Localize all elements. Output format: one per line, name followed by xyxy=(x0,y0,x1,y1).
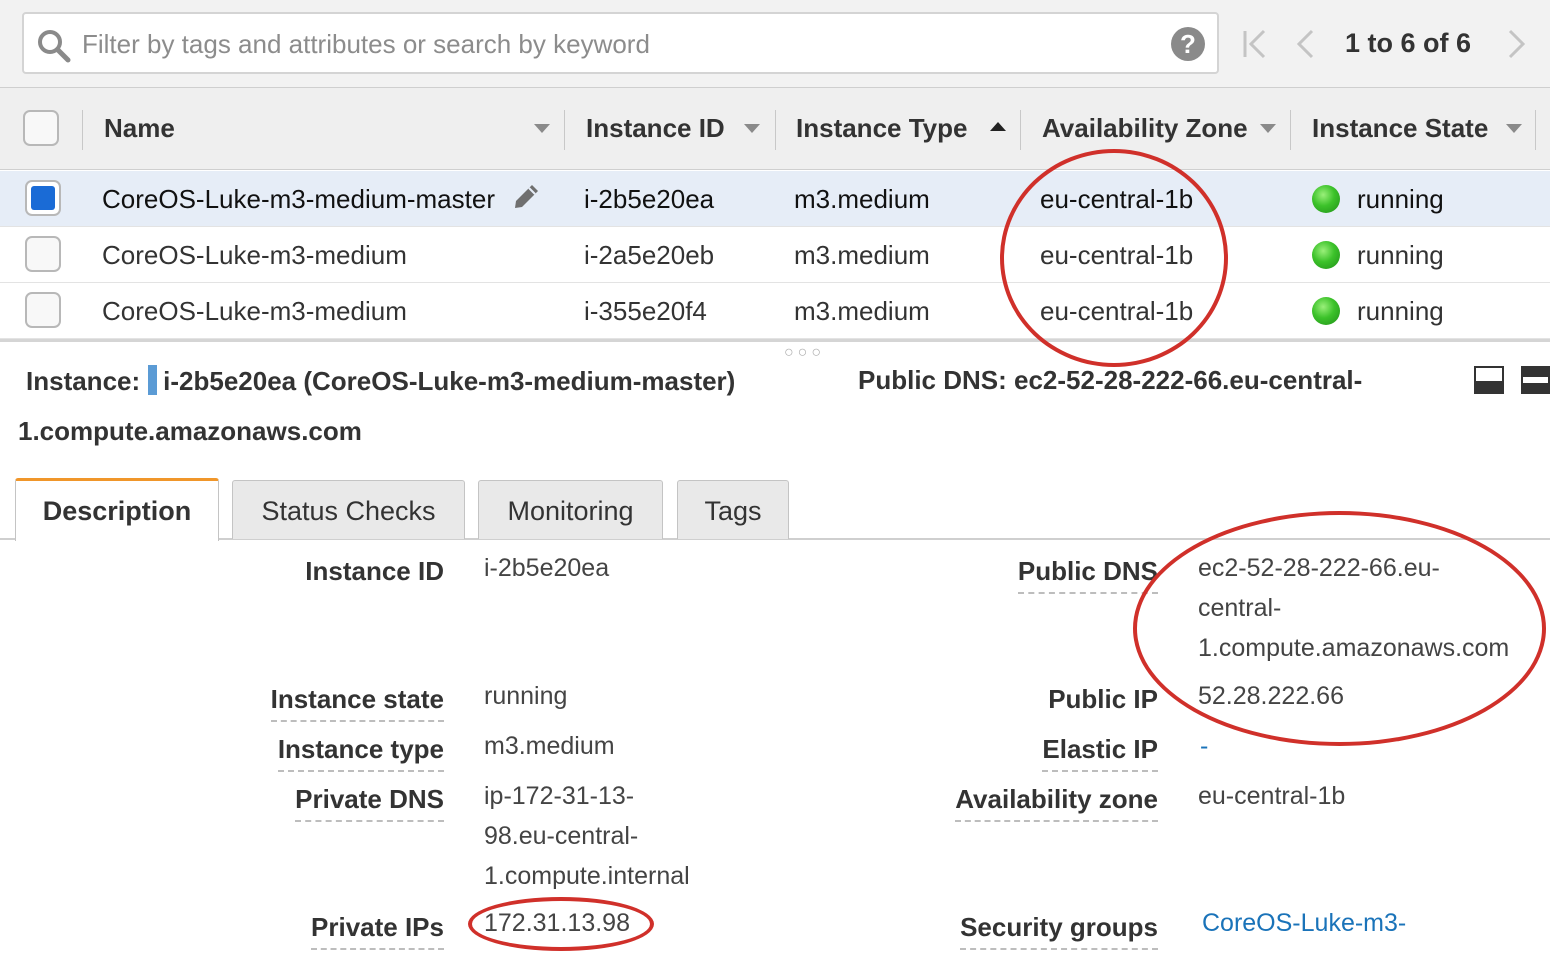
pane-splitter[interactable] xyxy=(0,339,1550,342)
status-dot-icon xyxy=(1312,241,1340,269)
status-dot-icon xyxy=(1312,297,1340,325)
search-input[interactable] xyxy=(82,24,1142,64)
row-instance-state: running xyxy=(1357,240,1444,270)
pencil-icon[interactable] xyxy=(510,181,542,213)
sort-dropdown-icon[interactable] xyxy=(1260,124,1276,133)
column-divider xyxy=(775,110,776,150)
row-instance-state: running xyxy=(1357,296,1444,326)
column-header-availability-zone-label: Availability Zone xyxy=(1042,113,1248,143)
column-header-instance-state-label: Instance State xyxy=(1312,113,1489,143)
detail-label-availability-zone[interactable]: Availability zone xyxy=(955,784,1158,822)
detail-value-security-groups[interactable]: CoreOS-Luke-m3- xyxy=(1202,903,1406,943)
column-divider xyxy=(564,110,565,150)
column-divider xyxy=(1020,110,1021,150)
detail-value-availability-zone: eu-central-1b xyxy=(1198,782,1346,810)
row-name: CoreOS-Luke-m3-medium xyxy=(102,240,407,270)
prev-page-icon[interactable] xyxy=(1292,26,1318,62)
detail-label-instance-id: Instance ID xyxy=(305,556,444,586)
filter-toolbar: ? 1 to 6 of 6 xyxy=(0,0,1550,88)
row-instance-id: i-2a5e20eb xyxy=(584,240,715,270)
help-icon[interactable]: ? xyxy=(1171,27,1205,61)
row-availability-zone: eu-central-1b xyxy=(1040,184,1194,214)
detail-label-instance-type[interactable]: Instance type xyxy=(277,734,444,772)
instance-summary: Instance: i-2b5e20ea (CoreOS-Luke-m3-medi… xyxy=(26,365,735,397)
row-name: CoreOS-Luke-m3-medium-master xyxy=(102,184,495,214)
detail-value-instance-id: i-2b5e20ea xyxy=(484,554,610,582)
detail-value-public-dns: ec2-52-28-222-66.eu- central- 1.compute.… xyxy=(1198,548,1509,668)
column-header-name[interactable]: Name xyxy=(104,88,564,170)
instance-summary-value: i-2b5e20ea (CoreOS-Luke-m3-medium-master… xyxy=(163,366,736,396)
detail-label-security-groups[interactable]: Security groups xyxy=(960,912,1158,950)
search-icon xyxy=(38,30,71,63)
instance-summary-label: Instance: xyxy=(26,366,141,396)
first-page-icon[interactable] xyxy=(1240,26,1270,62)
column-header-instance-state[interactable]: Instance State xyxy=(1312,88,1542,170)
table-row[interactable]: CoreOS-Luke-m3-medium-master i-2b5e20ea … xyxy=(0,171,1550,227)
row-availability-zone: eu-central-1b xyxy=(1040,296,1194,326)
tab-monitoring[interactable]: Monitoring xyxy=(478,480,663,539)
detail-label-elastic-ip[interactable]: Elastic IP xyxy=(1042,734,1158,772)
column-header-instance-type[interactable]: Instance Type xyxy=(796,88,1022,170)
detail-value-private-ips: 172.31.13.98 xyxy=(484,909,630,937)
column-divider xyxy=(1290,110,1291,150)
next-page-icon[interactable] xyxy=(1504,26,1530,62)
private-dns-line: ip-172-31-13- xyxy=(484,782,635,810)
table-row[interactable]: CoreOS-Luke-m3-medium i-2a5e20eb m3.medi… xyxy=(0,227,1550,283)
column-divider xyxy=(82,110,83,150)
pagination-status: 1 to 6 of 6 xyxy=(1345,28,1472,58)
sort-dropdown-icon[interactable] xyxy=(744,124,760,133)
row-instance-type: m3.medium xyxy=(794,296,930,326)
private-dns-line: 98.eu-central- xyxy=(484,822,639,850)
row-instance-type: m3.medium xyxy=(794,184,930,214)
summary-public-dns-continued: 1.compute.amazonaws.com xyxy=(18,416,362,446)
row-instance-id: i-2b5e20ea xyxy=(584,184,715,214)
row-instance-type: m3.medium xyxy=(794,240,930,270)
row-name: CoreOS-Luke-m3-medium xyxy=(102,296,407,326)
panel-top-icon[interactable] xyxy=(1521,366,1550,394)
detail-value-public-ip: 52.28.222.66 xyxy=(1198,682,1344,710)
detail-label-public-dns[interactable]: Public DNS xyxy=(1017,556,1158,594)
public-dns-line: central- xyxy=(1198,594,1282,622)
search-box[interactable]: ? xyxy=(22,12,1219,74)
sort-dropdown-icon[interactable] xyxy=(534,124,550,133)
row-instance-state: running xyxy=(1357,184,1444,214)
public-dns-line: ec2-52-28-222-66.eu- xyxy=(1198,554,1440,582)
column-header-instance-id[interactable]: Instance ID xyxy=(586,88,776,170)
column-header-instance-id-label: Instance ID xyxy=(586,113,725,143)
public-dns-line: 1.compute.amazonaws.com xyxy=(1198,634,1510,662)
sort-ascending-icon[interactable] xyxy=(990,122,1006,131)
detail-value-elastic-ip[interactable]: - xyxy=(1200,726,1208,766)
table-row[interactable]: CoreOS-Luke-m3-medium i-355e20f4 m3.medi… xyxy=(0,283,1550,339)
select-all-checkbox[interactable] xyxy=(23,110,59,146)
column-header-availability-zone[interactable]: Availability Zone xyxy=(1042,88,1292,170)
detail-label-private-ips[interactable]: Private IPs xyxy=(311,912,444,950)
instances-table-header: Name Instance ID Instance Type Availabil… xyxy=(0,88,1550,170)
detail-value-private-dns: ip-172-31-13- 98.eu-central- 1.compute.i… xyxy=(484,776,690,896)
column-header-instance-type-label: Instance Type xyxy=(796,113,968,143)
private-dns-line: 1.compute.internal xyxy=(484,862,690,890)
row-checkbox[interactable] xyxy=(25,292,61,328)
detail-label-private-dns[interactable]: Private DNS xyxy=(295,784,444,822)
tab-status-checks[interactable]: Status Checks xyxy=(232,480,465,539)
instance-marker xyxy=(148,365,158,395)
detail-label-public-ip: Public IP xyxy=(1048,684,1158,714)
sort-dropdown-icon[interactable] xyxy=(1506,124,1522,133)
row-instance-id: i-355e20f4 xyxy=(584,296,707,326)
detail-value-instance-type: m3.medium xyxy=(484,732,615,760)
splitter-handle[interactable]: ○○○ xyxy=(784,344,825,362)
summary-public-dns: Public DNS: ec2-52-28-222-66.eu-central- xyxy=(858,365,1363,395)
status-dot-icon xyxy=(1312,185,1340,213)
column-header-name-label: Name xyxy=(104,113,175,143)
row-checkbox[interactable] xyxy=(25,236,61,272)
tab-description[interactable]: Description xyxy=(15,478,219,541)
detail-label-instance-state[interactable]: Instance state xyxy=(270,684,444,722)
tab-tags[interactable]: Tags xyxy=(677,480,789,539)
column-divider xyxy=(1535,110,1536,150)
row-checkbox[interactable] xyxy=(25,180,61,216)
row-availability-zone: eu-central-1b xyxy=(1040,240,1194,270)
panel-bottom-icon[interactable] xyxy=(1474,366,1504,394)
detail-value-instance-state: running xyxy=(484,682,568,710)
